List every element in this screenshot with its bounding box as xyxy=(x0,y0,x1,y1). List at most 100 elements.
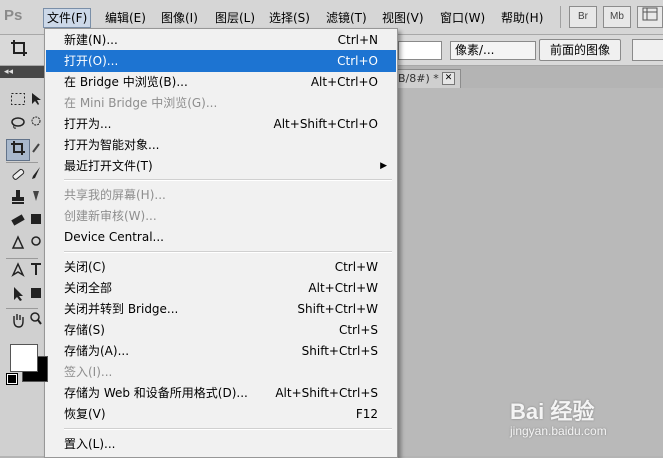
menu-item-save-for-web[interactable]: 存储为 Web 和设备所用格式(D)... Alt+Shift+Ctrl+S xyxy=(46,382,396,404)
menu-item-shortcut: Shift+Ctrl+S xyxy=(301,344,378,358)
menu-item-share-my-screen: 共享我的屏幕(H)... xyxy=(46,184,396,206)
gradient-tool-icon[interactable] xyxy=(29,212,43,232)
lasso-tool-icon[interactable] xyxy=(7,116,29,136)
crop-tool-preset-icon[interactable] xyxy=(8,39,30,59)
eyedropper-tool-icon[interactable] xyxy=(30,140,44,160)
move-tool-icon[interactable] xyxy=(29,92,43,112)
menu-item-check-in: 签入(I)... xyxy=(46,361,396,383)
menu-item-browse-in-mini-bridge: 在 Mini Bridge 中浏览(G)... xyxy=(46,92,396,114)
marquee-tool-icon[interactable] xyxy=(7,92,29,112)
menu-item-label: 恢复(V) xyxy=(64,407,106,421)
blur-tool-icon[interactable] xyxy=(7,235,29,255)
menu-item-shortcut: Shift+Ctrl+W xyxy=(297,302,378,316)
history-brush-tool-icon[interactable] xyxy=(29,189,43,209)
menu-item-label: 在 Bridge 中浏览(B)... xyxy=(64,75,188,89)
menu-item-new[interactable]: 新建(N)... Ctrl+N xyxy=(46,29,396,51)
menu-edit[interactable]: 编辑(E) xyxy=(102,9,149,27)
menu-item-label: 签入(I)... xyxy=(64,365,113,379)
eraser-tool-icon[interactable] xyxy=(7,212,29,232)
clone-stamp-tool-icon[interactable] xyxy=(7,189,29,209)
menu-item-shortcut: Alt+Ctrl+O xyxy=(310,75,378,89)
menu-item-revert[interactable]: 恢复(V) F12 xyxy=(46,403,396,425)
menu-item-create-new-review: 创建新审核(W)... xyxy=(46,205,396,227)
quick-selection-tool-icon[interactable] xyxy=(29,116,43,136)
menu-file[interactable]: 文件(F) xyxy=(43,8,92,28)
menu-item-shortcut: Alt+Shift+Ctrl+S xyxy=(275,386,378,400)
pen-tool-icon[interactable] xyxy=(7,262,29,282)
menu-item-open[interactable]: 打开(O)... Ctrl+O xyxy=(46,50,396,72)
menu-item-label: 在 Mini Bridge 中浏览(G)... xyxy=(64,96,218,110)
healing-brush-tool-icon[interactable] xyxy=(7,166,29,186)
menu-image[interactable]: 图像(I) xyxy=(158,9,201,27)
resolution-input[interactable] xyxy=(398,41,442,60)
menu-item-label: Device Central... xyxy=(64,230,164,244)
menu-item-shortcut: Ctrl+O xyxy=(337,54,378,68)
menu-item-label: 置入(L)... xyxy=(64,437,116,451)
menu-item-label: 存储为 Web 和设备所用格式(D)... xyxy=(64,386,248,400)
hand-tool-icon[interactable] xyxy=(7,312,29,332)
baidu-jingyan-watermark: Bai 经验 jingyan.baidu.com xyxy=(510,392,660,452)
menu-item-shortcut: Ctrl+N xyxy=(337,33,378,47)
menu-filter[interactable]: 滤镜(T) xyxy=(323,9,370,27)
menu-item-label: 创建新审核(W)... xyxy=(64,209,157,223)
bridge-launch-icon[interactable]: Br xyxy=(569,6,597,28)
menu-item-close-and-go-to-bridge[interactable]: 关闭并转到 Bridge... Shift+Ctrl+W xyxy=(46,298,396,320)
tools-divider xyxy=(6,308,38,309)
shape-tool-icon[interactable] xyxy=(29,286,43,306)
menu-item-shortcut: Ctrl+W xyxy=(334,260,378,274)
menu-separator xyxy=(64,251,392,253)
photoshop-logo: Ps xyxy=(4,7,23,24)
menu-layer[interactable]: 图层(L) xyxy=(212,9,258,27)
menu-item-label: 共享我的屏幕(H)... xyxy=(64,188,166,202)
menu-item-label: 关闭(C) xyxy=(64,260,106,274)
menu-item-label: 关闭并转到 Bridge... xyxy=(64,302,179,316)
menu-item-place[interactable]: 置入(L)... xyxy=(46,433,396,455)
menu-item-open-as[interactable]: 打开为... Alt+Shift+Ctrl+O xyxy=(46,113,396,135)
watermark-logo: Bai 经验 xyxy=(510,399,595,424)
menu-item-label: 打开为智能对象... xyxy=(64,138,160,152)
menu-select[interactable]: 选择(S) xyxy=(266,9,313,27)
menu-item-shortcut: F12 xyxy=(355,407,378,421)
menu-item-close[interactable]: 关闭(C) Ctrl+W xyxy=(46,256,396,278)
menu-item-open-recent[interactable]: 最近打开文件(T) ▶ xyxy=(46,155,396,177)
brush-tool-icon[interactable] xyxy=(29,166,43,186)
unit-select[interactable]: 像素/... xyxy=(450,41,536,60)
tools-divider xyxy=(6,258,38,259)
menu-item-device-central[interactable]: Device Central... xyxy=(46,226,396,248)
menu-item-close-all[interactable]: 关闭全部 Alt+Ctrl+W xyxy=(46,277,396,299)
default-colors-icon[interactable] xyxy=(6,373,18,385)
menu-item-label: 打开(O)... xyxy=(64,54,119,68)
menu-item-shortcut: Alt+Ctrl+W xyxy=(308,281,378,295)
menu-item-label: 存储为(A)... xyxy=(64,344,130,358)
close-tab-icon[interactable]: ✕ xyxy=(442,72,455,85)
menu-item-save-as[interactable]: 存储为(A)... Shift+Ctrl+S xyxy=(46,340,396,362)
menu-separator xyxy=(64,179,392,181)
menu-item-label: 打开为... xyxy=(64,117,112,131)
front-image-button[interactable]: 前面的图像 xyxy=(539,39,621,61)
path-selection-tool-icon[interactable] xyxy=(7,286,29,306)
menu-item-label: 新建(N)... xyxy=(64,33,118,47)
menu-item-shortcut: Alt+Shift+Ctrl+O xyxy=(273,117,378,131)
menu-separator xyxy=(64,428,392,430)
mini-bridge-icon[interactable]: Mb xyxy=(603,6,631,28)
menu-item-label: 关闭全部 xyxy=(64,281,113,295)
menu-item-label: 存储(S) xyxy=(64,323,105,337)
collapse-panel-icon[interactable]: ◂◂ xyxy=(4,67,13,77)
zoom-tool-icon[interactable] xyxy=(29,312,43,332)
view-extras-icon[interactable] xyxy=(637,6,663,28)
menu-view[interactable]: 视图(V) xyxy=(379,9,427,27)
crop-tool-icon[interactable] xyxy=(6,139,30,161)
menu-help[interactable]: 帮助(H) xyxy=(498,9,546,27)
menu-item-shortcut: Ctrl+S xyxy=(338,323,378,337)
menu-item-open-as-smart-object[interactable]: 打开为智能对象... xyxy=(46,134,396,156)
menu-window[interactable]: 窗口(W) xyxy=(437,9,488,27)
menu-item-browse-in-bridge[interactable]: 在 Bridge 中浏览(B)... Alt+Ctrl+O xyxy=(46,71,396,93)
type-tool-icon[interactable] xyxy=(29,262,43,282)
menu-item-save[interactable]: 存储(S) Ctrl+S xyxy=(46,319,396,341)
foreground-color-swatch[interactable] xyxy=(10,344,38,372)
menu-item-label: 最近打开文件(T) xyxy=(64,159,153,173)
clear-button[interactable] xyxy=(632,39,663,61)
watermark-url: jingyan.baidu.com xyxy=(510,424,607,438)
submenu-arrow-icon: ▶ xyxy=(380,161,387,171)
dodge-tool-icon[interactable] xyxy=(29,235,43,255)
